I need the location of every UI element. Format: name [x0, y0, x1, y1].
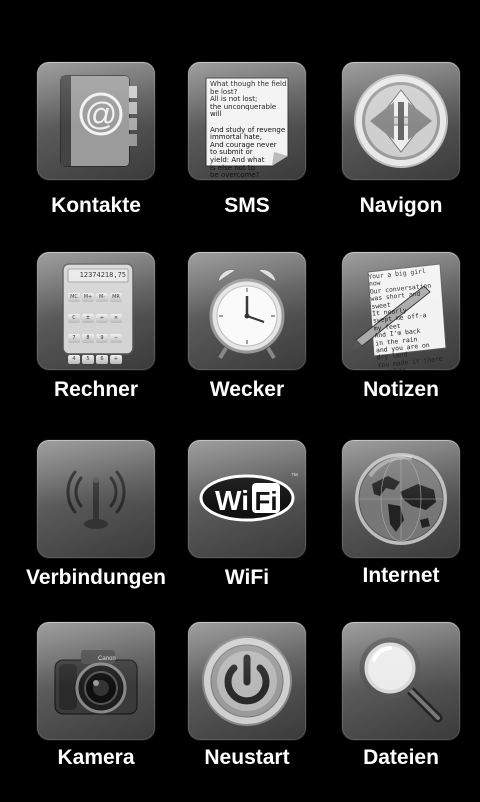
sms-paper-icon: What though the field be lost? All is no… — [188, 62, 306, 180]
sms-poem-text: What though the field be lost? All is no… — [210, 80, 287, 180]
alarm-clock-icon — [188, 252, 306, 370]
calculator-key: 6 — [96, 354, 108, 364]
camera-brand-text: Canon — [98, 656, 116, 662]
app-internet[interactable]: Internet — [326, 440, 476, 620]
calculator-key: ± — [82, 313, 94, 323]
calculator-key: × — [110, 313, 122, 323]
notes-lyrics-text: Your a big girl now Our conversation was… — [367, 266, 445, 370]
app-kamera[interactable]: Canon Kamera — [21, 622, 171, 802]
power-button-icon — [188, 622, 306, 740]
svg-text:Wi: Wi — [215, 485, 249, 516]
app-label: Notizen — [363, 378, 439, 401]
app-dateien[interactable]: Dateien — [326, 622, 476, 802]
app-label: Dateien — [363, 746, 439, 769]
magnifier-search-icon — [342, 622, 460, 740]
globe-icon — [342, 440, 460, 558]
calculator-key: M+ — [82, 293, 94, 302]
notepad-pen-icon: Your a big girl now Our conversation was… — [342, 252, 460, 370]
calculator-key: 4 — [68, 354, 80, 364]
app-notizen[interactable]: Your a big girl now Our conversation was… — [326, 252, 476, 432]
calculator-key: 5 — [82, 354, 94, 364]
wifi-logo-icon: Wi Fi ™ — [188, 440, 306, 558]
navigation-compass-icon — [342, 62, 460, 180]
app-sms[interactable]: What though the field be lost? All is no… — [172, 62, 322, 242]
app-label: Navigon — [359, 194, 443, 217]
app-verbindungen[interactable]: Verbindungen — [21, 440, 171, 620]
svg-text:™: ™ — [291, 473, 298, 480]
calculator-icon: 12374218,75 MCM+M-MRC±÷×789−456+123=0, — [37, 252, 155, 370]
calculator-key: ÷ — [96, 313, 108, 323]
calculator-key: 8 — [82, 334, 94, 343]
antenna-signal-icon — [37, 440, 155, 558]
calculator-key: 7 — [68, 334, 80, 343]
app-label: Internet — [362, 564, 440, 587]
calculator-key: MC — [68, 293, 80, 302]
camera-icon: Canon — [37, 622, 155, 740]
calculator-key: − — [110, 334, 122, 343]
calculator-keys: MCM+M-MRC±÷×789−456+123=0, — [67, 283, 129, 370]
svg-text:@: @ — [85, 96, 117, 132]
app-wecker[interactable]: Wecker — [172, 252, 322, 432]
app-rechner[interactable]: 12374218,75 MCM+M-MRC±÷×789−456+123=0, R… — [21, 252, 171, 432]
app-wifi[interactable]: Wi Fi ™ WiFi — [172, 440, 322, 620]
calculator-key: 9 — [96, 334, 108, 343]
contacts-book-icon: @ — [37, 62, 155, 180]
calculator-key: C — [68, 313, 80, 323]
svg-text:Fi: Fi — [254, 486, 277, 516]
calculator-key: + — [110, 354, 122, 364]
calculator-key: M- — [96, 293, 108, 302]
app-kontakte[interactable]: @ Kontakte — [21, 62, 171, 242]
calculator-display: 12374218,75 — [79, 271, 126, 279]
calculator-key: MR — [110, 293, 122, 302]
app-neustart[interactable]: Neustart — [172, 622, 322, 802]
app-navigon[interactable]: Navigon — [326, 62, 476, 242]
